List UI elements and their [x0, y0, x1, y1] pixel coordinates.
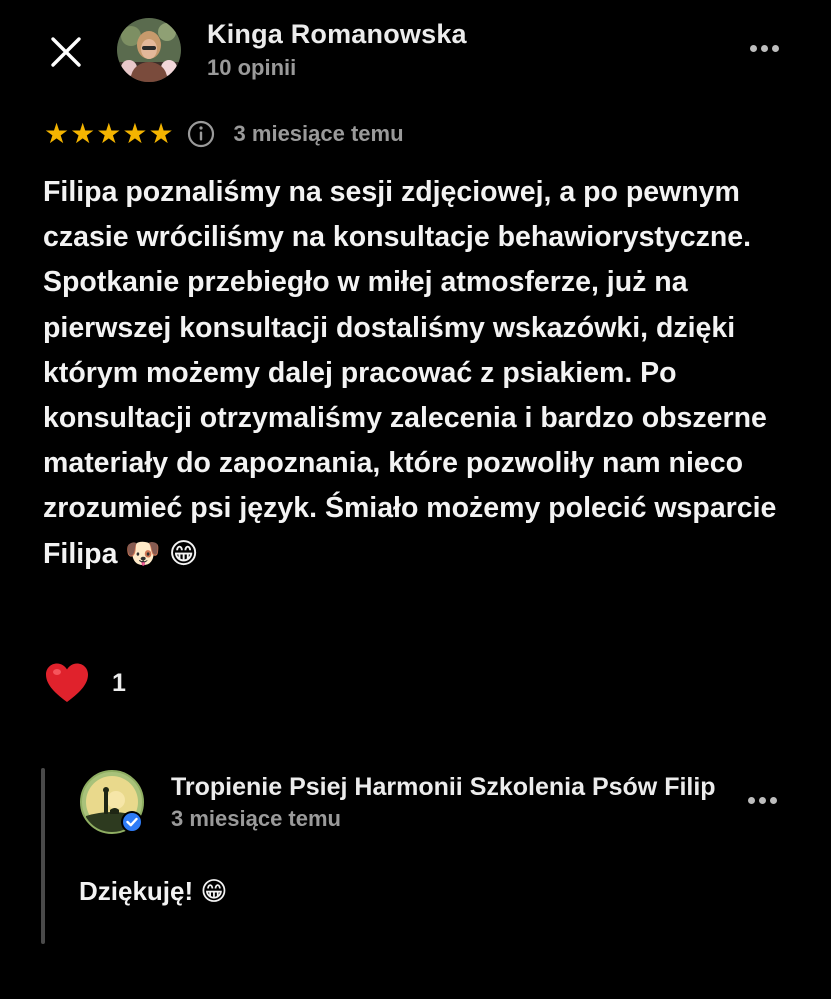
reaction-count: 1 [112, 668, 126, 697]
star-icon: ★ [148, 118, 174, 149]
more-options-icon [748, 797, 755, 804]
author-name[interactable]: Kinga Romanowska [207, 19, 467, 50]
owner-name[interactable]: Tropienie Psiej Harmonii Szkolenia Psów … [171, 773, 719, 802]
star-rating: ★ ★ ★ ★ ★ [44, 120, 174, 148]
author-review-count: 10 opinii [207, 55, 297, 80]
reaction-button[interactable]: 1 [44, 662, 126, 704]
owner-more-options-button[interactable] [748, 797, 777, 804]
grinning-face-emoji: 😁 [200, 876, 228, 906]
author-avatar[interactable] [117, 18, 181, 82]
heart-icon [46, 663, 88, 702]
owner-reply-text: Dziękuję! 😁 [79, 876, 228, 907]
info-icon[interactable] [187, 120, 215, 148]
reply-divider [41, 768, 45, 944]
verified-badge-icon [123, 813, 141, 831]
star-icon: ★ [122, 118, 148, 149]
rating-row: ★ ★ ★ ★ ★ 3 miesiące temu [44, 116, 404, 152]
more-options-icon [750, 45, 757, 52]
grinning-face-emoji: 😁 [168, 537, 199, 570]
more-options-button[interactable] [750, 45, 779, 52]
star-icon: ★ [96, 118, 122, 149]
review-text: Filipa poznaliśmy na sesji zdjęciowej, a… [43, 170, 803, 577]
star-icon: ★ [44, 118, 70, 149]
close-button[interactable] [44, 30, 88, 74]
review-date: 3 miesiące temu [233, 121, 404, 146]
reply-body: Dziękuję! [79, 876, 194, 906]
dog-face-emoji: 🐶 [125, 537, 161, 570]
review-body: Filipa poznaliśmy na sesji zdjęciowej, a… [43, 176, 777, 570]
star-icon: ★ [70, 118, 96, 149]
owner-avatar[interactable] [80, 770, 144, 834]
close-icon [51, 37, 81, 67]
owner-reply-date: 3 miesiące temu [171, 806, 341, 831]
